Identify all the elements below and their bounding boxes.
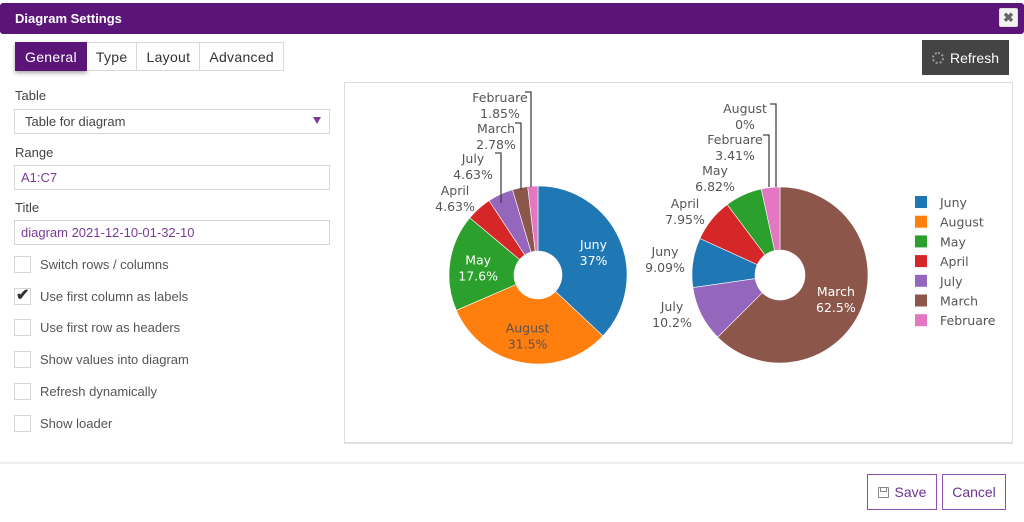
tab-type[interactable]: Type — [86, 42, 138, 71]
table-select-value: Table for diagram — [25, 114, 126, 129]
pie-1-label-july: July — [461, 151, 485, 166]
pie-1-label-april: April — [441, 183, 470, 198]
checkbox-show-values[interactable]: Show values into diagram — [14, 351, 189, 368]
checkbox-label: Use first row as headers — [40, 320, 181, 335]
pie-2-label-juny: Juny — [651, 244, 680, 259]
checkbox-label: Refresh dynamically — [40, 384, 158, 399]
checkbox-refresh-dynamically[interactable]: Refresh dynamically — [14, 383, 157, 400]
pie-2-value-juny: 9.09% — [645, 260, 685, 275]
checkbox-label: Show loader — [40, 416, 113, 431]
checkbox-first-row-headers[interactable]: Use first row as headers — [14, 319, 180, 336]
save-label: Save — [894, 484, 927, 500]
pie-1-value-august: 31.5% — [508, 337, 548, 352]
pie-1-value-februare: 1.85% — [480, 106, 520, 121]
cancel-button[interactable]: Cancel — [942, 474, 1006, 510]
pie-1-value-april: 4.63% — [435, 199, 475, 214]
floppy-disk-icon — [877, 486, 889, 498]
pie-1-value-march: 2.78% — [476, 137, 516, 152]
pie-1-label-march: March — [477, 121, 515, 136]
pie-2-label-may: May — [702, 163, 728, 178]
tab-advanced[interactable]: Advanced — [200, 42, 284, 71]
title-input-value: diagram 2021-12-10-01-32-10 — [21, 225, 195, 240]
table-label: Table — [15, 88, 47, 103]
legend-swatch-march[interactable] — [915, 294, 927, 307]
legend-label-juny: Juny — [939, 195, 968, 210]
footer-divider — [0, 462, 1024, 464]
pie-2-value-may: 6.82% — [695, 179, 735, 194]
dropdown-arrow-icon — [313, 117, 321, 124]
pie-1-label-februare: Februare — [472, 90, 528, 105]
legend-label-march: March — [940, 294, 978, 309]
legend-label-august: August — [940, 215, 984, 230]
pie-2-value-august: 0% — [735, 117, 755, 132]
pie-chart: Juny37%August31.5%May17.6%April4.63%July… — [435, 90, 996, 365]
pie-2-label-februare: Februare — [707, 132, 763, 147]
table-select[interactable]: Table for diagram — [14, 109, 330, 134]
checkmark-icon: ✔ — [16, 287, 30, 304]
legend-label-april: April — [940, 254, 969, 269]
legend-swatch-februare[interactable] — [915, 314, 927, 327]
spinner-icon — [931, 51, 944, 64]
pie-1-label-juny: Juny — [579, 237, 608, 252]
title-label: Title — [15, 200, 40, 215]
pie-2-value-februare: 3.41% — [715, 148, 755, 163]
legend-swatch-august[interactable] — [915, 215, 927, 228]
dialog-titlebar: Diagram Settings ✖ — [0, 3, 1024, 34]
cancel-label: Cancel — [952, 484, 996, 500]
checkbox-box[interactable] — [14, 319, 31, 336]
checkbox-label: Show values into diagram — [40, 352, 189, 367]
close-button[interactable]: ✖ — [999, 8, 1018, 27]
pie-2-label-april: April — [671, 196, 700, 211]
tab-layout[interactable]: Layout — [137, 42, 201, 71]
checkbox-label: Use first column as labels — [40, 289, 189, 304]
range-input-value: A1:C7 — [21, 170, 58, 185]
pie-2-label-july: July — [660, 299, 684, 314]
legend-label-july: July — [939, 274, 963, 289]
pie-2-value-july: 10.2% — [652, 315, 692, 330]
pie-1-value-may: 17.6% — [458, 268, 498, 283]
pie-2-leader-februare — [763, 134, 770, 187]
refresh-label: Refresh — [949, 49, 1000, 66]
range-label: Range — [15, 145, 54, 160]
checkbox-box[interactable] — [14, 351, 31, 368]
pie-2-label-march: March — [817, 284, 855, 299]
range-input[interactable]: A1:C7 — [14, 165, 330, 190]
legend-label-februare: Februare — [940, 313, 996, 328]
pie-2-value-april: 7.95% — [665, 212, 705, 227]
pie-1-leader-march — [515, 122, 522, 190]
close-icon: ✖ — [1003, 9, 1014, 25]
save-button[interactable]: Save — [867, 474, 937, 510]
checkbox-box[interactable] — [14, 256, 31, 273]
pie-1-label-may: May — [465, 252, 491, 267]
checkbox-box[interactable] — [14, 415, 31, 432]
tab-general[interactable]: General — [15, 42, 87, 71]
checkbox-switch-rows-columns[interactable]: Switch rows / columns — [14, 256, 169, 273]
checkbox-box[interactable] — [14, 383, 31, 400]
checkbox-first-column-labels[interactable]: ✔ Use first column as labels — [14, 287, 189, 305]
checkbox-box[interactable]: ✔ — [14, 287, 31, 305]
pie-2-leader-august — [770, 103, 777, 187]
pie-2-label-august: August — [723, 101, 767, 116]
legend-swatch-may[interactable] — [915, 235, 927, 248]
chart-preview-panel: Juny 37% August 31.5% May 17.6% April 4.63% July… — [344, 82, 1013, 444]
pie-1-value-juny: 37% — [580, 253, 608, 268]
pie-1-label-august: August — [506, 321, 550, 336]
legend-swatch-july[interactable] — [915, 274, 927, 287]
pie-1-value-july: 4.63% — [453, 167, 493, 182]
pie-1-leader-februare — [525, 91, 532, 187]
refresh-button[interactable]: Refresh — [922, 40, 1009, 75]
dialog-title: Diagram Settings — [15, 11, 122, 26]
legend-swatch-juny[interactable] — [915, 196, 927, 208]
legend-label-may: May — [940, 234, 966, 249]
legend-swatch-april[interactable] — [915, 255, 927, 268]
title-input[interactable]: diagram 2021-12-10-01-32-10 — [14, 220, 330, 245]
pie-2-value-march: 62.5% — [816, 300, 856, 315]
checkbox-label: Switch rows / columns — [40, 257, 169, 272]
checkbox-show-loader[interactable]: Show loader — [14, 415, 112, 432]
tab-bar: General Type Layout Advanced — [15, 42, 284, 71]
